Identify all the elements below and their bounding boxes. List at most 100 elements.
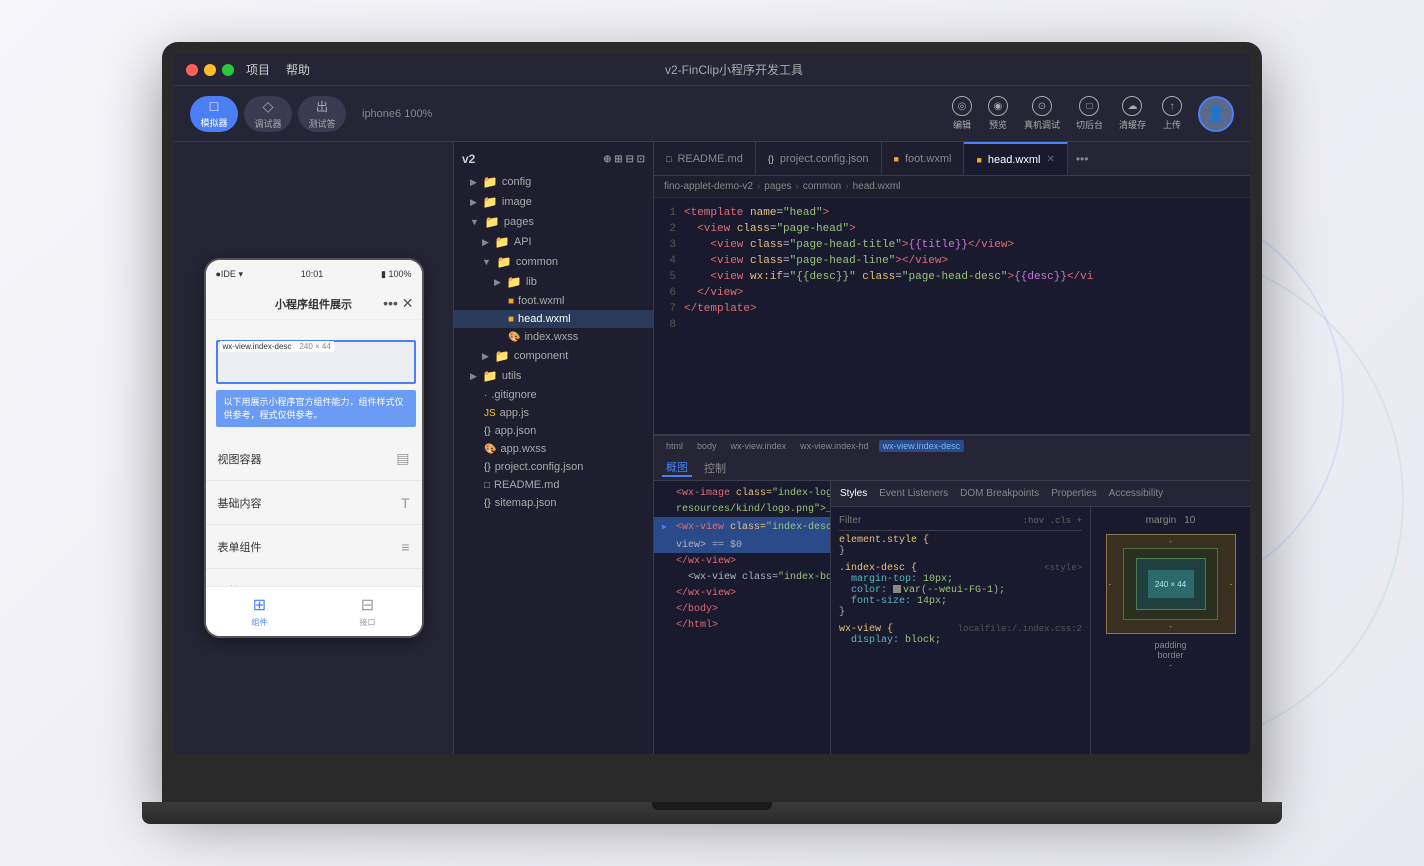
tree-sitemap[interactable]: {} sitemap.json (454, 494, 653, 512)
elem-line-2[interactable]: ▶ <wx-view class= "index-desc" >以下用展示小程序… (654, 517, 830, 537)
tree-utils[interactable]: ▶ 📁 utils (454, 366, 653, 386)
tab-head-wxml[interactable]: ■ head.wxml ✕ (964, 142, 1067, 175)
tab-project-config[interactable]: {} project.config.json (756, 142, 882, 175)
st-tab-styles[interactable]: Styles (837, 488, 870, 499)
list-item-3[interactable]: 导航 ••• (206, 569, 422, 586)
device-info: iphone6 100% (354, 108, 440, 120)
toolbar-left: □ 模拟器 ◇ 调试器 出 测试答 (190, 96, 346, 132)
editor-panel: □ README.md {} project.config.json ■ foo… (654, 142, 1250, 754)
btn-simulator[interactable]: □ 模拟器 (190, 96, 238, 132)
bottom-panel: html body wx-view.index wx-view.index-hd… (654, 434, 1250, 754)
elem-line-0: <wx-image class= "index-logo" src= "../r… (654, 485, 830, 501)
tree-head-wxml[interactable]: ■ head.wxml (454, 310, 653, 328)
tree-app-js[interactable]: JS app.js (454, 404, 653, 422)
code-line-8: 8 (654, 318, 1250, 334)
breadcrumb: fino-applet-demo-v2 › pages › common › h… (654, 176, 1250, 198)
list-item-2[interactable]: 表单组件 ≡ (206, 525, 422, 569)
list-item-0[interactable]: 视图容器 ▤ (206, 437, 422, 481)
window-close[interactable] (186, 64, 198, 76)
tab-bar: □ README.md {} project.config.json ■ foo… (654, 142, 1250, 176)
action-real-debug[interactable]: ⊙ 真机调试 (1024, 96, 1060, 131)
menu-project[interactable]: 项目 (246, 61, 270, 78)
elem-line-5: <wx-view class= "index-bd" >_</wx-view> (654, 569, 830, 585)
bm-content: 240 × 44 (1148, 570, 1194, 598)
laptop-notch (652, 802, 772, 810)
code-line-3: 3 <view class="page-head-title">{{title}… (654, 238, 1250, 254)
bc-common: common (803, 181, 841, 192)
tree-foot-wxml[interactable]: ■ foot.wxml (454, 292, 653, 310)
tree-pages[interactable]: ▼ 📁 pages (454, 212, 653, 232)
phone-status-left: ●IDE ▾ (216, 269, 243, 280)
app-window: 项目 帮助 v2-FinClip小程序开发工具 □ 模拟器 ◇ (174, 54, 1250, 754)
tab-close-head[interactable]: ✕ (1046, 154, 1054, 165)
selected-text: 以下用展示小程序官方组件能力，组件样式仅供参考，程式仅供参考。 (224, 396, 408, 421)
code-line-5: 5 <view wx:if="{{desc}}" class="page-hea… (654, 270, 1250, 286)
tree-api[interactable]: ▶ 📁 API (454, 232, 653, 252)
laptop-frame: 项目 帮助 v2-FinClip小程序开发工具 □ 模拟器 ◇ (162, 42, 1262, 802)
action-edit[interactable]: ◎ 编辑 (952, 96, 972, 131)
bm-margin-label: - (1169, 660, 1172, 670)
action-background[interactable]: □ 切后台 (1076, 96, 1103, 131)
bp-tab-control[interactable]: 控制 (700, 460, 730, 476)
action-clear-cache[interactable]: ☁ 清缓存 (1119, 96, 1146, 131)
tree-app-json[interactable]: {} app.json (454, 422, 653, 440)
phone-tab-api[interactable]: ⊟ 接口 (314, 595, 422, 628)
bm-outer: - - - 240 × 44 (1106, 534, 1236, 634)
styles-area: Styles Event Listeners DOM Breakpoints P… (830, 481, 1250, 754)
etag-wx-view-index-hd[interactable]: wx-view.index-hd (796, 440, 873, 452)
filetree-panel: v2 ⊕ ⊞ ⊟ ⊡ ▶ 📁 config ▶ 📁 image (454, 142, 654, 754)
elements-area: <wx-image class= "index-logo" src= "../r… (654, 481, 830, 754)
bottom-panel-content: <wx-image class= "index-logo" src= "../r… (654, 481, 1250, 754)
code-editor[interactable]: 1 <template name="head"> 2 <view class="… (654, 198, 1250, 434)
action-preview[interactable]: ◉ 预览 (988, 96, 1008, 131)
etag-html[interactable]: html (662, 440, 687, 452)
window-minimize[interactable] (204, 64, 216, 76)
laptop-screen: 项目 帮助 v2-FinClip小程序开发工具 □ 模拟器 ◇ (174, 54, 1250, 754)
action-upload[interactable]: ↑ 上传 (1162, 96, 1182, 131)
user-avatar[interactable]: 👤 (1198, 96, 1234, 132)
tree-app-wxss[interactable]: 🎨 app.wxss (454, 440, 653, 458)
highlight-label: wx-view.index-desc 240 × 44 (220, 341, 334, 352)
tree-readme[interactable]: □ README.md (454, 476, 653, 494)
bp-tab-overview[interactable]: 概图 (662, 459, 692, 477)
tree-config[interactable]: ▶ 📁 config (454, 172, 653, 192)
etag-wx-view-index[interactable]: wx-view.index (727, 440, 791, 452)
window-maximize[interactable] (222, 64, 234, 76)
st-tab-events[interactable]: Event Listeners (876, 488, 951, 499)
st-tab-dom[interactable]: DOM Breakpoints (957, 488, 1042, 499)
tab-foot-wxml[interactable]: ■ foot.wxml (882, 142, 965, 175)
tree-index-wxss[interactable]: 🎨 index.wxss (454, 328, 653, 346)
upload-icon: ↑ (1162, 96, 1182, 116)
st-tab-accessibility[interactable]: Accessibility (1106, 488, 1166, 499)
btn-test[interactable]: 出 测试答 (298, 96, 346, 132)
styles-content: :hov .cls + element.style { } (831, 507, 1250, 754)
bm-padding: 240 × 44 (1136, 558, 1206, 610)
style-rule-index-desc: .index-desc { <style> margin-top: 10px; … (839, 563, 1082, 618)
btn-debugger[interactable]: ◇ 调试器 (244, 96, 292, 132)
tree-project-config[interactable]: {} project.config.json (454, 458, 653, 476)
phone-nav-more[interactable]: ••• ✕ (383, 295, 413, 312)
tree-image[interactable]: ▶ 📁 image (454, 192, 653, 212)
title-bar-menu: 项目 帮助 (246, 61, 310, 78)
tree-common[interactable]: ▼ 📁 common (454, 252, 653, 272)
tab-readme[interactable]: □ README.md (654, 142, 756, 175)
bc-root: fino-applet-demo-v2 (664, 181, 753, 192)
phone-tab-component[interactable]: ⊞ 组件 (206, 595, 314, 628)
st-tab-properties[interactable]: Properties (1048, 488, 1100, 499)
main-content: ●IDE ▾ 10:01 ▮ 100% 小程序组件展示 ••• ✕ (174, 142, 1250, 754)
elem-line-8: </html> (654, 617, 830, 633)
etag-wx-view-index-desc[interactable]: wx-view.index-desc (879, 440, 965, 452)
style-rule-wx-view: wx-view { localfile:/.index.css:2 displa… (839, 624, 1082, 646)
menu-help[interactable]: 帮助 (286, 61, 310, 78)
styles-left: :hov .cls + element.style { } (831, 507, 1090, 754)
tree-gitignore[interactable]: · .gitignore (454, 386, 653, 404)
style-filter-input[interactable] (839, 515, 1019, 526)
list-item-1[interactable]: 基础内容 T (206, 481, 422, 525)
tree-lib[interactable]: ▶ 📁 lib (454, 272, 653, 292)
styles-tabs: Styles Event Listeners DOM Breakpoints P… (831, 481, 1250, 507)
phone-nav-bar: 小程序组件展示 ••• ✕ (206, 288, 422, 320)
tree-component[interactable]: ▶ 📁 component (454, 346, 653, 366)
tab-more[interactable]: ••• (1068, 152, 1097, 166)
etag-body[interactable]: body (693, 440, 721, 452)
bm-padding-label: padding (1154, 640, 1186, 650)
